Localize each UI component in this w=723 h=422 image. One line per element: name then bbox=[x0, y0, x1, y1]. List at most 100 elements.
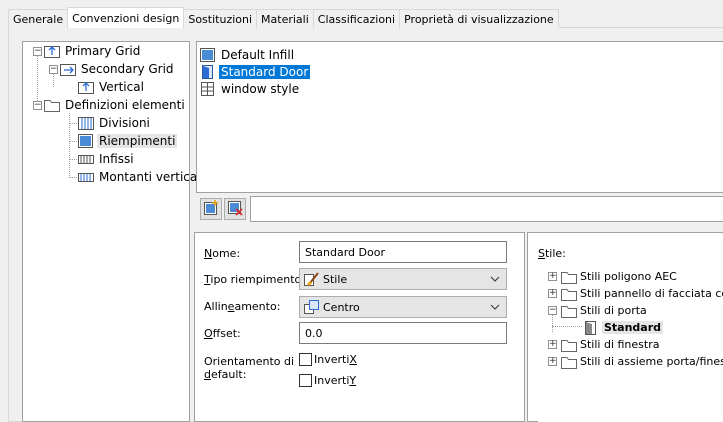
tree-item-secondary-grid[interactable]: Secondary Grid bbox=[60, 60, 176, 78]
tree-connector bbox=[37, 55, 38, 105]
offset-label: Offset: bbox=[204, 327, 241, 340]
tree-item-label: Montanti verticali bbox=[99, 170, 204, 184]
tipo-riempimento-dropdown[interactable]: Stile bbox=[299, 268, 507, 290]
tree-connector bbox=[69, 123, 77, 124]
tree-item-stili-poligono[interactable]: Stili poligono AEC bbox=[561, 268, 677, 285]
expand-icon[interactable]: + bbox=[548, 357, 557, 366]
expand-icon[interactable]: + bbox=[548, 289, 557, 298]
stile-tree[interactable]: + Stili poligono AEC + Stili pannello di… bbox=[538, 262, 723, 422]
tree-item-riempimenti[interactable]: Riempimenti bbox=[78, 132, 178, 150]
tree-item-stili-assieme[interactable]: Stili di assieme porta/finestra bbox=[561, 353, 723, 370]
tree-item-label: Vertical bbox=[99, 80, 144, 94]
tab-materiali[interactable]: Materiali bbox=[256, 9, 314, 28]
tab-convenzioni-design[interactable]: Convenzioni design bbox=[67, 7, 185, 28]
folder-icon bbox=[561, 287, 577, 301]
folder-icon bbox=[44, 98, 60, 112]
offset-field[interactable]: 0.0 bbox=[299, 322, 507, 344]
tree-item-label: Stili di assieme porta/finestra bbox=[580, 355, 723, 368]
inverti-x-checkbox[interactable]: Inverti X bbox=[299, 351, 357, 367]
tree-item-definizioni-elementi[interactable]: Definizioni elementi bbox=[44, 96, 187, 114]
tree-item-standard[interactable]: Standard bbox=[583, 319, 664, 336]
tree-item-label: Standard bbox=[602, 321, 664, 334]
tree-item-label: Riempimenti bbox=[97, 134, 178, 148]
infill-toolbar-field bbox=[250, 196, 723, 222]
orientamento-label-line1: Orientamento di bbox=[204, 355, 295, 368]
folder-icon bbox=[561, 355, 577, 369]
tree-item-label: Infissi bbox=[99, 152, 134, 166]
infill-icon bbox=[78, 134, 94, 148]
list-item-label: window style bbox=[221, 81, 300, 96]
division-icon bbox=[78, 116, 94, 130]
tree-connector bbox=[53, 73, 54, 87]
tree-item-label: Stili poligono AEC bbox=[580, 270, 677, 283]
add-infill-button[interactable] bbox=[200, 198, 222, 220]
expand-icon[interactable]: + bbox=[548, 340, 557, 349]
door-icon bbox=[200, 64, 216, 79]
inverti-y-checkbox[interactable]: Inverti Y bbox=[299, 372, 356, 388]
list-item-default-infill[interactable]: Default Infill bbox=[200, 46, 296, 63]
remove-infill-icon bbox=[227, 200, 243, 219]
grid-icon bbox=[44, 44, 60, 58]
tree-item-infissi[interactable]: Infissi bbox=[78, 150, 136, 168]
tab-generale[interactable]: Generale bbox=[8, 9, 69, 28]
list-item-label: Standard Door bbox=[219, 64, 311, 79]
infill-toolbar bbox=[196, 194, 723, 224]
tree-item-label: Primary Grid bbox=[65, 44, 141, 58]
tree-item-vertical[interactable]: Vertical bbox=[78, 78, 146, 96]
folder-icon bbox=[561, 338, 577, 352]
tree-item-montanti-verticali[interactable]: Montanti verticali bbox=[78, 168, 206, 186]
stile-label: Stile: bbox=[538, 247, 566, 260]
tree-item-label: Divisioni bbox=[99, 116, 150, 130]
checkbox-box[interactable] bbox=[299, 352, 312, 366]
expand-icon[interactable]: + bbox=[548, 272, 557, 281]
collapse-icon[interactable]: − bbox=[33, 101, 42, 110]
design-rules-tree[interactable]: − Primary Grid − Secondary Grid Vertical… bbox=[22, 41, 204, 422]
tab-sostituzioni[interactable]: Sostituzioni bbox=[183, 9, 258, 28]
tab-proprieta-visualizzazione[interactable]: Proprietà di visualizzazione bbox=[399, 9, 559, 28]
infill-icon bbox=[200, 47, 216, 62]
list-item-label: Default Infill bbox=[221, 47, 295, 62]
tree-item-label: Definizioni elementi bbox=[65, 98, 185, 112]
nome-field[interactable]: Standard Door bbox=[299, 241, 507, 263]
tree-item-divisioni[interactable]: Divisioni bbox=[78, 114, 152, 132]
style-brush-icon bbox=[304, 272, 320, 286]
folder-open-icon bbox=[561, 304, 577, 318]
tree-item-label: Stili di porta bbox=[580, 304, 647, 317]
tipo-riempimento-label: Tipo riempimento: bbox=[204, 273, 305, 286]
collapse-icon[interactable]: − bbox=[33, 47, 42, 56]
list-item-window-style[interactable]: window style bbox=[200, 80, 301, 97]
orientamento-label-line2: default: bbox=[204, 368, 247, 381]
tree-item-stili-pannello[interactable]: Stili pannello di facciata continua bbox=[561, 285, 723, 302]
allineamento-dropdown[interactable]: Centro bbox=[299, 296, 507, 318]
nome-label: Nome: bbox=[204, 247, 241, 260]
list-item-standard-door[interactable]: Standard Door bbox=[200, 63, 311, 80]
chevron-down-icon bbox=[490, 304, 500, 310]
tab-bar: Generale Convenzioni design Sostituzioni… bbox=[8, 7, 559, 28]
tree-item-label: Stili pannello di facciata continua bbox=[580, 287, 723, 300]
remove-infill-button[interactable] bbox=[224, 198, 246, 220]
collapse-icon[interactable]: − bbox=[548, 306, 557, 315]
chevron-down-icon bbox=[490, 276, 500, 282]
align-center-icon bbox=[304, 300, 320, 314]
window-icon bbox=[200, 81, 216, 96]
tree-item-stili-porta[interactable]: Stili di porta bbox=[561, 302, 647, 319]
grid-icon bbox=[60, 62, 76, 76]
grid-icon bbox=[78, 80, 94, 94]
tree-item-label: Secondary Grid bbox=[81, 62, 174, 76]
tree-connector bbox=[552, 326, 582, 327]
checkbox-box[interactable] bbox=[299, 373, 312, 387]
tree-item-primary-grid[interactable]: Primary Grid bbox=[44, 42, 142, 60]
tab-classificazioni[interactable]: Classificazioni bbox=[312, 9, 401, 28]
frame-icon bbox=[78, 152, 94, 166]
tree-connector bbox=[69, 159, 77, 160]
door-icon bbox=[583, 320, 599, 335]
add-infill-icon bbox=[203, 199, 219, 219]
tree-item-stili-finestra[interactable]: Stili di finestra bbox=[561, 336, 659, 353]
collapse-icon[interactable]: − bbox=[49, 65, 58, 74]
infill-list[interactable]: Default Infill Standard Door window styl… bbox=[196, 41, 723, 193]
tree-item-label: Stili di finestra bbox=[580, 338, 660, 351]
mullion-icon bbox=[78, 170, 94, 184]
allineamento-label: Allineamento: bbox=[204, 300, 281, 313]
folder-icon bbox=[561, 270, 577, 284]
tree-connector bbox=[69, 141, 77, 142]
